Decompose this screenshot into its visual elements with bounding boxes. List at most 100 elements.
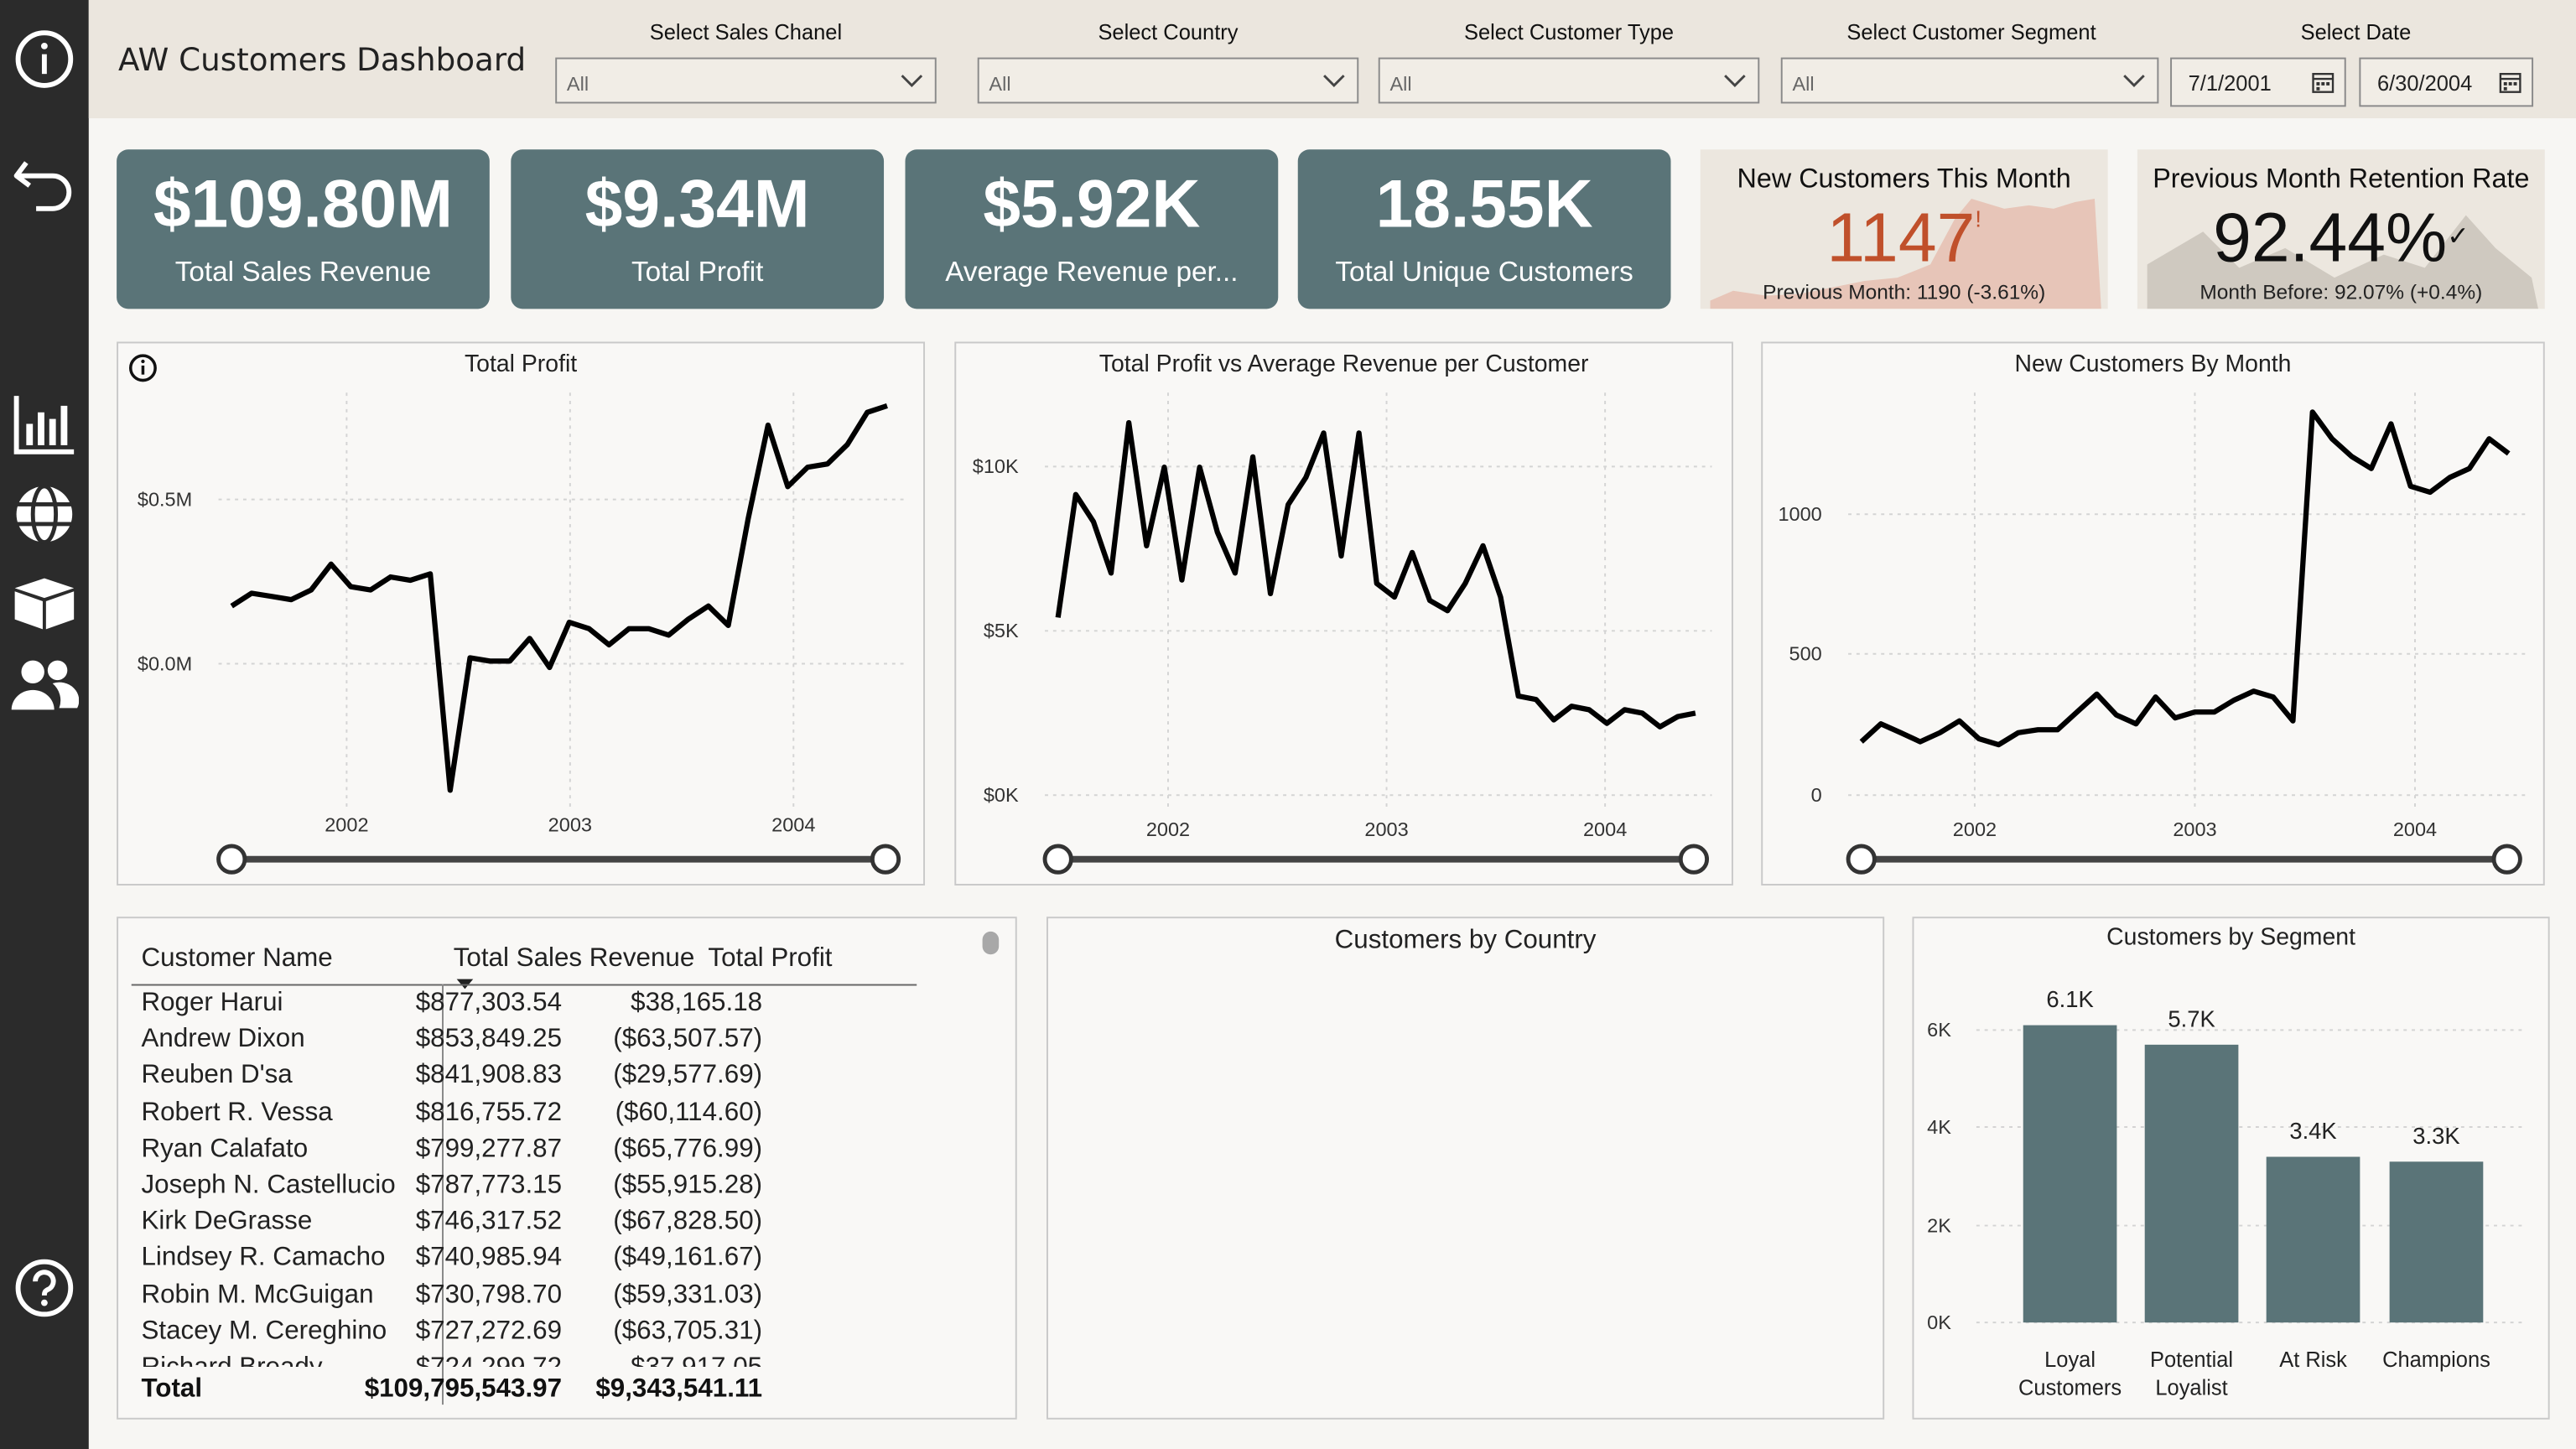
- kpi-label: Total Sales Revenue: [174, 256, 432, 288]
- x-tick-label: 2002: [1953, 818, 1997, 840]
- x-tick-label: 2002: [325, 813, 368, 835]
- cell-total-sales: $816,755.72: [415, 1098, 563, 1127]
- cell-total-profit: ($63,507.57): [613, 1025, 763, 1054]
- y-tick-label: 0: [1811, 784, 1822, 806]
- cell-customer-name: Robin M. McGuigan: [141, 1280, 374, 1309]
- y-tick-label: $0.0M: [138, 652, 192, 674]
- users-icon[interactable]: [8, 652, 80, 718]
- kpi-average-revenue: $5.92K Average Revenue per...: [905, 149, 1279, 309]
- start-date-input[interactable]: 7/1/2001: [2170, 57, 2346, 107]
- sales-channel-label: Select Sales Chanel: [649, 19, 843, 44]
- kpi-total-profit: $9.34M Total Profit: [511, 149, 885, 309]
- sales-channel-dropdown[interactable]: All: [555, 57, 937, 104]
- series-line[interactable]: [1055, 419, 1696, 730]
- range-slider-start-handle[interactable]: [1042, 844, 1073, 875]
- customer-type-dropdown[interactable]: All: [1378, 57, 1760, 104]
- calendar-icon[interactable]: [2499, 70, 2521, 93]
- calendar-icon[interactable]: [2312, 70, 2334, 93]
- table-row[interactable]: Robert R. Vessa $816,755.72 ($60,114.60): [118, 1098, 891, 1135]
- back-arrow-icon[interactable]: [8, 151, 80, 216]
- line-plot-area: $0.0M $0.5M 2002 2003 2004: [138, 392, 904, 875]
- segment-bar[interactable]: [2144, 1044, 2239, 1323]
- table-row[interactable]: Ryan Calafato $799,277.87 ($65,776.99): [118, 1135, 891, 1171]
- customers-by-segment-chart: Customers by Segment 0K 2K 4K 6K 6.1K Loyal Cu…: [1912, 917, 2550, 1420]
- table-row[interactable]: Roger Harui $877,303.54 $38,165.18: [118, 989, 891, 1025]
- country-dropdown[interactable]: All: [977, 57, 1359, 104]
- total-profit-chart: Total Profit $0.0M $0.5M 2002 2003 2004: [117, 341, 926, 886]
- help-icon[interactable]: [8, 1255, 80, 1321]
- kpi-total-sales-revenue: $109.80M Total Sales Revenue: [117, 149, 490, 309]
- end-date-input[interactable]: 6/30/2004: [2359, 57, 2534, 107]
- y-tick-label: $0.5M: [138, 488, 192, 510]
- new-customers-subtitle: Previous Month: 1190 (-3.61%): [1763, 281, 2046, 304]
- column-header-customer-name[interactable]: Customer Name: [141, 945, 332, 974]
- column-header-total-sales-revenue[interactable]: Total Sales Revenue: [454, 945, 695, 974]
- series-line[interactable]: [1859, 409, 2511, 748]
- globe-icon[interactable]: [8, 481, 80, 547]
- country-label: Select Country: [1098, 19, 1239, 44]
- x-category-label: Loyalist: [2155, 1376, 2227, 1400]
- segment-bar[interactable]: [2389, 1161, 2484, 1323]
- cell-total-profit: ($63,705.31): [613, 1317, 763, 1346]
- range-slider-start-handle[interactable]: [216, 844, 247, 875]
- cell-customer-name: Kirk DeGrasse: [141, 1208, 313, 1236]
- cell-total-sales: $724,299.72: [416, 1353, 562, 1367]
- customer-type-value: All: [1389, 72, 1412, 96]
- table-row[interactable]: Richard Bready $724,299.72 $37,917.05: [118, 1353, 891, 1367]
- chevron-down-icon: [1323, 75, 1345, 87]
- y-tick-label: 500: [1789, 643, 1822, 665]
- header-divider: [131, 984, 917, 986]
- new-customers-number: 1147: [1826, 199, 1976, 277]
- table-row[interactable]: Reuben D'sa $841,908.83 ($29,577.69): [118, 1062, 891, 1098]
- cell-total-sales: $877,303.54: [415, 989, 563, 1017]
- table-row[interactable]: Robin M. McGuigan $730,798.70 ($59,331.03): [118, 1280, 891, 1317]
- line-plot-area: $0K $5K $10K 2002 2003 2004: [973, 392, 1712, 875]
- retention-number: 92.44%: [2213, 199, 2448, 277]
- header-bar: AW Customers Dashboard Select Sales Chan…: [88, 0, 2576, 119]
- info-icon[interactable]: [8, 26, 80, 91]
- kpi-value: $5.92K: [983, 165, 1201, 242]
- cell-total-profit: ($59,331.03): [613, 1280, 763, 1309]
- range-slider-end-handle[interactable]: [870, 844, 901, 875]
- y-tick-label: $5K: [984, 620, 1019, 641]
- segment-bar[interactable]: [2023, 1025, 2117, 1323]
- table-row[interactable]: Kirk DeGrasse $746,317.52 ($67,828.50): [118, 1208, 891, 1244]
- y-tick-label: $0K: [984, 784, 1019, 806]
- bar-data-label: 3.3K: [2412, 1123, 2459, 1149]
- range-slider-end-handle[interactable]: [2491, 844, 2522, 875]
- y-tick-label: 0K: [1927, 1311, 1951, 1333]
- retention-value: 92.44%✓: [2137, 199, 2545, 278]
- y-tick-label: 4K: [1927, 1116, 1951, 1138]
- range-slider-start-handle[interactable]: [1846, 844, 1877, 875]
- column-header-total-profit[interactable]: Total Profit: [708, 945, 832, 974]
- y-tick-label: 6K: [1927, 1019, 1951, 1041]
- cell-total-profit: ($67,828.50): [613, 1208, 763, 1236]
- chevron-down-icon: [1724, 75, 1746, 87]
- cell-total-sales: $746,317.52: [415, 1208, 563, 1236]
- customer-segment-dropdown[interactable]: All: [1780, 57, 2159, 104]
- segment-bar[interactable]: [2266, 1156, 2360, 1323]
- table-row[interactable]: Andrew Dixon $853,849.25 ($63,507.57): [118, 1026, 891, 1062]
- table-row[interactable]: Stacey M. Cereghino $727,272.69 ($63,705.3…: [118, 1317, 891, 1353]
- x-tick-label: 2003: [548, 813, 592, 835]
- cell-customer-name: Reuben D'sa: [141, 1062, 293, 1090]
- start-date-value: 7/1/2001: [2188, 70, 2272, 96]
- cell-customer-name: Ryan Calafato: [141, 1135, 309, 1163]
- cell-total-sales: $727,272.69: [415, 1317, 563, 1346]
- kpi-value: $9.34M: [584, 165, 810, 242]
- series-line[interactable]: [230, 402, 888, 793]
- kpi-label: Average Revenue per...: [945, 256, 1239, 288]
- cell-total-sales: $787,773.15: [415, 1171, 563, 1200]
- cell-total-sales: $799,277.87: [415, 1135, 563, 1163]
- sales-channel-value: All: [566, 72, 589, 96]
- range-slider-end-handle[interactable]: [1678, 844, 1710, 875]
- box-icon[interactable]: [8, 570, 80, 636]
- scrollbar-thumb[interactable]: [982, 931, 1000, 955]
- bar-chart-icon[interactable]: [8, 391, 80, 456]
- new-customers-title: New Customers This Month: [1737, 164, 2071, 195]
- app-title: AW Customers Dashboard: [118, 42, 527, 80]
- cell-total-profit: ($55,915.28): [613, 1171, 763, 1200]
- cell-total-sales: $730,798.70: [415, 1280, 563, 1309]
- table-row[interactable]: Lindsey R. Camacho $740,985.94 ($49,161.67…: [118, 1244, 891, 1280]
- table-row[interactable]: Joseph N. Castellucio $787,773.15 ($55,915…: [118, 1171, 891, 1208]
